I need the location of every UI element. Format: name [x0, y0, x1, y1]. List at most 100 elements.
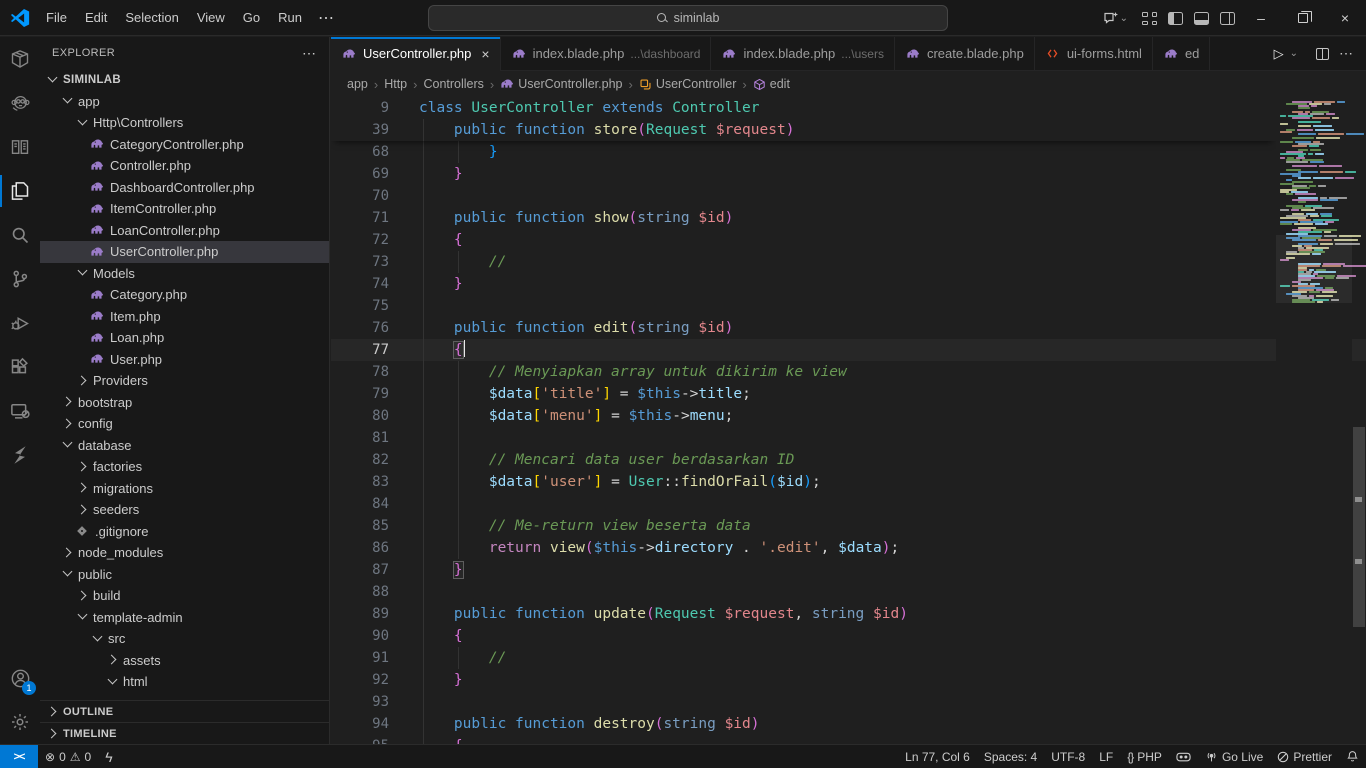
code-line-9[interactable]: 9class UserController extends Controller [331, 97, 1276, 119]
code-line-77[interactable]: 77 { [331, 339, 1366, 361]
code-line-82[interactable]: 82 // Mencari data user berdasarkan ID [331, 449, 1366, 471]
code-line-91[interactable]: 91 // [331, 647, 1366, 669]
minimap-slider[interactable] [1276, 235, 1352, 303]
tree-item-node-modules[interactable]: node_modules [40, 542, 329, 564]
code-line-92[interactable]: 92 } [331, 669, 1366, 691]
tree-item-models[interactable]: Models [40, 263, 329, 285]
monkey-extension-icon[interactable] [0, 81, 40, 125]
breadcrumb-item-edit[interactable]: edit [753, 77, 790, 91]
code-line-76[interactable]: 76 public function edit(string $id) [331, 317, 1366, 339]
tree-item-dashboardcontroller-php[interactable]: DashboardController.php [40, 177, 329, 199]
s-lightning-extension-icon[interactable] [0, 433, 40, 477]
breadcrumb-item-app[interactable]: app [347, 77, 368, 91]
outline-section[interactable]: OUTLINE [40, 700, 329, 722]
tree-item-public[interactable]: public [40, 564, 329, 586]
code-line-75[interactable]: 75 [331, 295, 1366, 317]
tree-item-loan-php[interactable]: Loan.php [40, 327, 329, 349]
search-sidebar-icon[interactable] [0, 213, 40, 257]
code-line-74[interactable]: 74 } [331, 273, 1366, 295]
toggle-sidebar-icon[interactable] [1162, 5, 1188, 31]
remote-explorer-icon[interactable] [0, 389, 40, 433]
menu-item-go[interactable]: Go [235, 6, 268, 29]
tree-item-bootstrap[interactable]: bootstrap [40, 392, 329, 414]
tree-item-providers[interactable]: Providers [40, 370, 329, 392]
status-php[interactable]: {}PHP [1120, 750, 1169, 764]
split-editor-icon[interactable] [1316, 48, 1329, 60]
scrollbar-thumb[interactable] [1353, 427, 1365, 627]
status-bell[interactable] [1339, 750, 1366, 763]
breadcrumb-item-usercontroller-php[interactable]: UserController.php [500, 77, 622, 91]
status-utf-8[interactable]: UTF-8 [1044, 750, 1092, 764]
account-icon[interactable]: 1 [0, 656, 40, 700]
run-debug-icon[interactable] [0, 301, 40, 345]
tree-item-categorycontroller-php[interactable]: CategoryController.php [40, 134, 329, 156]
code-line-78[interactable]: 78 // Menyiapkan array untuk dikirim ke … [331, 361, 1366, 383]
run-code-icon[interactable]: ▷ [1274, 46, 1284, 62]
status-prettier[interactable]: Prettier [1270, 750, 1339, 764]
code-line-70[interactable]: 70 [331, 185, 1366, 207]
code-line-85[interactable]: 85 // Me-return view beserta data [331, 515, 1366, 537]
timeline-section[interactable]: TIMELINE [40, 722, 329, 744]
code-line-95[interactable]: 95 { [331, 735, 1366, 744]
menu-item-file[interactable]: File [38, 6, 75, 29]
code-line-72[interactable]: 72 { [331, 229, 1366, 251]
breadcrumb-item-usercontroller[interactable]: UserController [639, 77, 737, 91]
code-line-93[interactable]: 93 [331, 691, 1366, 713]
menu-more-button[interactable]: ⋯ [310, 4, 343, 32]
breadcrumb-item-http[interactable]: Http [384, 77, 407, 91]
code-line-84[interactable]: 84 [331, 493, 1366, 515]
tree-item--gitignore[interactable]: .gitignore [40, 521, 329, 543]
minimize-button[interactable]: – [1240, 0, 1282, 36]
tree-item-assets[interactable]: assets [40, 650, 329, 672]
minimap[interactable] [1276, 97, 1352, 744]
menu-item-edit[interactable]: Edit [77, 6, 115, 29]
breadcrumb-item-controllers[interactable]: Controllers [423, 77, 483, 91]
tab-ed[interactable]: ed [1153, 37, 1210, 70]
chevron-down-icon[interactable]: ⌄ [1120, 13, 1128, 24]
code-line-86[interactable]: 86 return view($this->directory . '.edit… [331, 537, 1366, 559]
code-line-90[interactable]: 90 { [331, 625, 1366, 647]
tree-item-category-php[interactable]: Category.php [40, 284, 329, 306]
toggle-panel-icon[interactable] [1188, 5, 1214, 31]
run-dropdown-chevron-icon[interactable]: ⌄ [1290, 48, 1298, 59]
tree-item-config[interactable]: config [40, 413, 329, 435]
toggle-secondary-sidebar-icon[interactable] [1214, 5, 1240, 31]
code-line-94[interactable]: 94 public function destroy(string $id) [331, 713, 1366, 735]
tree-item-html[interactable]: html [40, 671, 329, 693]
code-line-79[interactable]: 79 $data['title'] = $this->title; [331, 383, 1366, 405]
tree-item-usercontroller-php[interactable]: UserController.php [40, 241, 329, 263]
code-area[interactable]: 9class UserController extends Controller… [331, 97, 1366, 744]
lightning-status-icon[interactable]: ϟ [98, 745, 119, 768]
tree-item-migrations[interactable]: migrations [40, 478, 329, 500]
remote-indicator[interactable]: >< [0, 745, 38, 768]
tree-item-database[interactable]: database [40, 435, 329, 457]
status-go-live[interactable]: Go Live [1198, 750, 1270, 764]
code-line-80[interactable]: 80 $data['menu'] = $this->menu; [331, 405, 1366, 427]
code-line-88[interactable]: 88 [331, 581, 1366, 603]
close-tab-icon[interactable]: × [481, 46, 489, 62]
tree-item-controller-php[interactable]: Controller.php [40, 155, 329, 177]
menu-item-view[interactable]: View [189, 6, 233, 29]
code-line-89[interactable]: 89 public function update(Request $reque… [331, 603, 1366, 625]
tree-item-loancontroller-php[interactable]: LoanController.php [40, 220, 329, 242]
tree-item-user-php[interactable]: User.php [40, 349, 329, 371]
explorer-files-icon[interactable] [0, 169, 40, 213]
tree-item-http-controllers[interactable]: Http\Controllers [40, 112, 329, 134]
tree-item-src[interactable]: src [40, 628, 329, 650]
editor-scrollbar[interactable] [1352, 97, 1366, 744]
tab-index-blade-php[interactable]: index.blade.php...\dashboard [501, 37, 712, 70]
container-box-icon[interactable] [0, 37, 40, 81]
tree-item-app[interactable]: app [40, 91, 329, 113]
code-line-83[interactable]: 83 $data['user'] = User::findOrFail($id)… [331, 471, 1366, 493]
code-line-39[interactable]: 39 public function store(Request $reques… [331, 119, 1276, 141]
code-line-81[interactable]: 81 [331, 427, 1366, 449]
code-line-69[interactable]: 69 } [331, 163, 1366, 185]
menu-item-run[interactable]: Run [270, 6, 310, 29]
tab-create-blade-php[interactable]: create.blade.php [895, 37, 1035, 70]
settings-gear-icon[interactable] [0, 700, 40, 744]
command-center-search[interactable]: siminlab [428, 5, 948, 31]
status-ln-77-col-6[interactable]: Ln 77, Col 6 [898, 750, 977, 764]
code-line-71[interactable]: 71 public function show(string $id) [331, 207, 1366, 229]
editor-more-actions-icon[interactable]: ⋯ [1339, 45, 1354, 62]
explorer-more-actions-icon[interactable]: ⋯ [302, 45, 317, 62]
